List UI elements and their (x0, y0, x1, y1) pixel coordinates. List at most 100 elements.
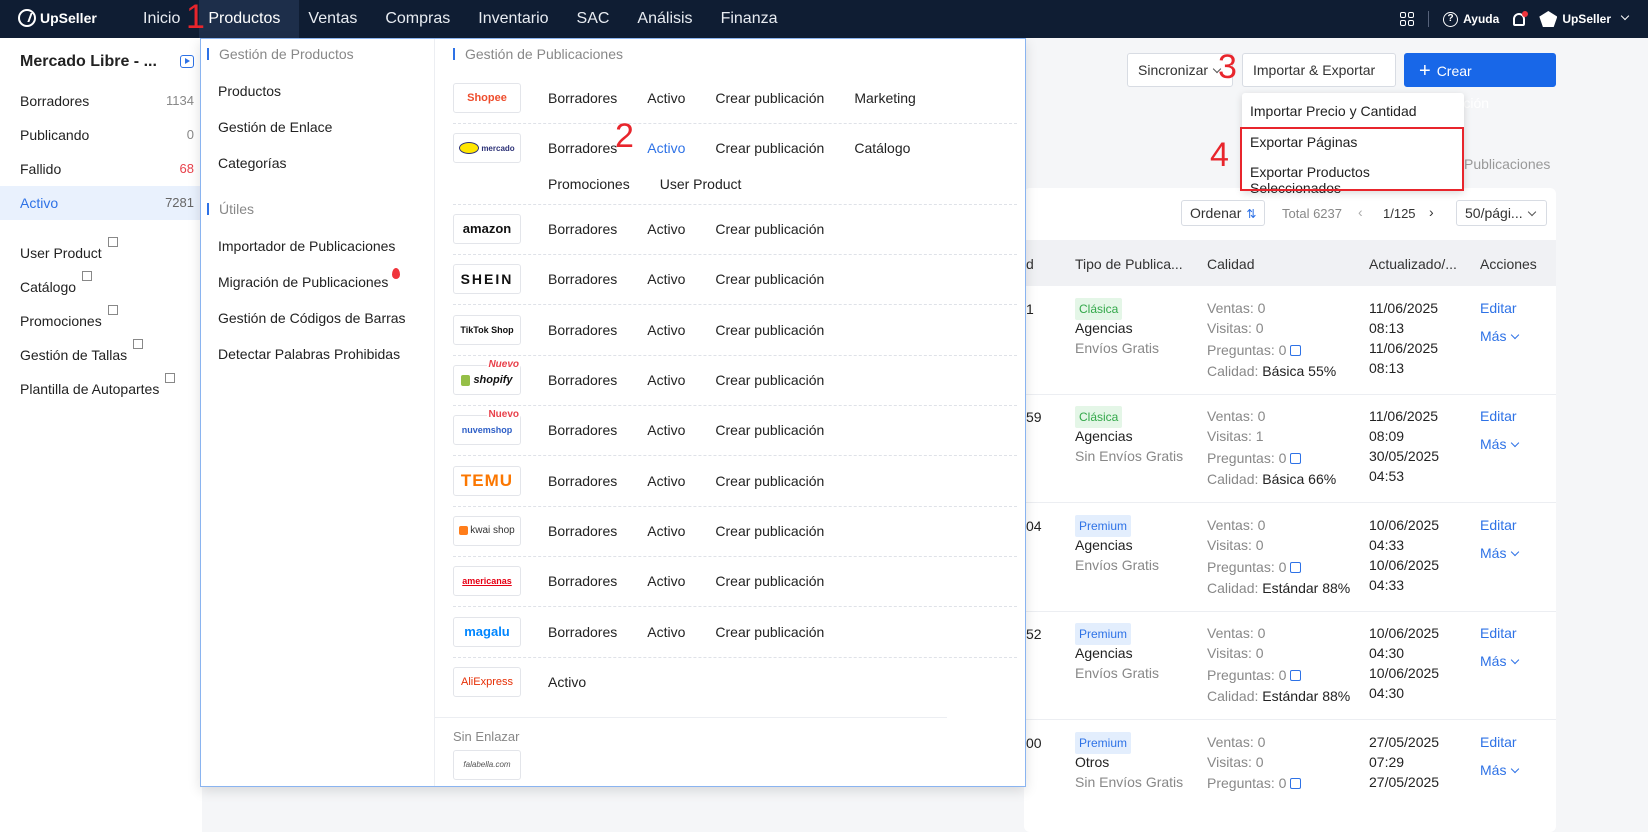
action-borradores[interactable]: Borradores (548, 566, 617, 591)
action-borradores[interactable]: Borradores (548, 365, 617, 390)
action-borradores[interactable]: Borradores (548, 83, 617, 108)
action-activo[interactable]: Activo (647, 415, 685, 440)
upseller-logo[interactable]: UpSeller (18, 9, 97, 27)
more-dropdown[interactable]: Más (1480, 543, 1520, 563)
more-dropdown[interactable]: Más (1480, 760, 1520, 780)
nav-finanza[interactable]: Finanza (712, 0, 797, 38)
sidebar-link-promociones[interactable]: Promociones (0, 304, 202, 338)
action-crear-publicacion[interactable]: Crear publicación (715, 264, 824, 289)
questions-icon[interactable] (1290, 670, 1302, 681)
action-user-product[interactable]: User Product (660, 169, 742, 194)
questions-icon[interactable] (1290, 778, 1302, 789)
preguntas-label: Preguntas: 0 (1207, 559, 1287, 575)
action-borradores[interactable]: Borradores (548, 415, 617, 440)
action-borradores[interactable]: Borradores (548, 133, 617, 158)
shop-switch-icon[interactable] (180, 55, 194, 68)
action-borradores[interactable]: Borradores (548, 617, 617, 642)
edit-link[interactable]: Editar (1480, 298, 1517, 318)
action-borradores[interactable]: Borradores (548, 315, 617, 340)
action-activo[interactable]: Activo (647, 315, 685, 340)
shop-title[interactable]: Mercado Libre - ... (20, 53, 157, 71)
action-borradores[interactable]: Borradores (548, 466, 617, 491)
sidebar-item-activo[interactable]: Activo 7281 (0, 186, 202, 220)
temu-logo: TEMU (453, 466, 521, 496)
nav-sac[interactable]: SAC (568, 0, 629, 38)
menu-link-categorias[interactable]: Categorías (218, 155, 286, 171)
action-activo[interactable]: Activo (548, 667, 586, 692)
action-marketing[interactable]: Marketing (854, 83, 915, 108)
more-dropdown[interactable]: Más (1480, 651, 1520, 671)
action-promociones[interactable]: Promociones (548, 169, 630, 194)
action-activo[interactable]: Activo (647, 214, 685, 239)
sidebar-link-gestion-tallas[interactable]: Gestión de Tallas (0, 338, 202, 372)
action-borradores[interactable]: Borradores (548, 264, 617, 289)
menu-link-label[interactable]: Migración de Publicaciones (218, 274, 388, 290)
action-crear-publicacion[interactable]: Crear publicación (715, 214, 824, 239)
action-activo[interactable]: Activo (647, 516, 685, 541)
action-activo[interactable]: Activo (647, 83, 685, 108)
calidad-value: Básica 66% (1262, 471, 1337, 487)
action-activo[interactable]: Activo (647, 365, 685, 390)
create-listing-button[interactable]: +Crear publicación (1404, 53, 1556, 111)
menu-link-codigos-barras[interactable]: Gestión de Códigos de Barras (218, 310, 406, 326)
ventas: Ventas: 0 (1207, 625, 1266, 641)
edit-link[interactable]: Editar (1480, 732, 1517, 752)
action-crear-publicacion[interactable]: Crear publicación (715, 83, 824, 108)
menu-link-productos[interactable]: Productos (218, 83, 281, 99)
action-crear-publicacion[interactable]: Crear publicación (715, 617, 824, 642)
action-activo[interactable]: Activo (647, 466, 685, 491)
calidad-value: Básica 55% (1262, 363, 1337, 379)
per-page-select[interactable]: 50/pági... (1456, 200, 1547, 226)
action-borradores[interactable]: Borradores (548, 516, 617, 541)
action-activo[interactable]: Activo (647, 617, 685, 642)
edit-link[interactable]: Editar (1480, 406, 1517, 426)
action-crear-publicacion[interactable]: Crear publicación (715, 466, 824, 491)
sidebar-item-fallido[interactable]: Fallido 68 (0, 152, 202, 186)
more-dropdown[interactable]: Más (1480, 434, 1520, 454)
next-page-icon[interactable]: › (1429, 204, 1434, 220)
action-activo[interactable]: Activo (647, 566, 685, 591)
more-dropdown[interactable]: Más (1480, 326, 1520, 346)
sidebar-link-catalogo[interactable]: Catálogo (0, 270, 202, 304)
action-crear-publicacion[interactable]: Crear publicación (715, 566, 824, 591)
edit-link[interactable]: Editar (1480, 515, 1517, 535)
action-catalogo[interactable]: Catálogo (854, 133, 910, 158)
nav-productos[interactable]: Productos (199, 0, 300, 38)
falabella-logo[interactable]: falabella.com (453, 750, 521, 780)
questions-icon[interactable] (1290, 453, 1302, 464)
action-crear-publicacion[interactable]: Crear publicación (715, 415, 824, 440)
prev-page-icon[interactable]: ‹ (1358, 204, 1363, 220)
tab-publicaciones[interactable]: Publicaciones (1464, 156, 1550, 172)
questions-icon[interactable] (1290, 345, 1302, 356)
menu-item-import-price-qty[interactable]: Importar Precio y Cantidad (1250, 103, 1417, 119)
nav-ventas[interactable]: Ventas (299, 0, 376, 38)
sort-button[interactable]: Ordenar ⇅ (1181, 200, 1266, 226)
edit-link[interactable]: Editar (1480, 623, 1517, 643)
action-activo[interactable]: Activo (647, 133, 685, 158)
action-crear-publicacion[interactable]: Crear publicación (715, 516, 824, 541)
sidebar-item-borradores[interactable]: Borradores 1134 (0, 84, 202, 118)
notification-bell-icon[interactable] (1513, 10, 1529, 26)
action-crear-publicacion[interactable]: Crear publicación (715, 133, 824, 158)
nav-analisis[interactable]: Análisis (628, 0, 711, 38)
nav-compras[interactable]: Compras (376, 0, 469, 38)
sidebar-item-publicando[interactable]: Publicando 0 (0, 118, 202, 152)
shipping-value: Sin Envíos Gratis (1075, 448, 1184, 464)
menu-link-palabras-prohibidas[interactable]: Detectar Palabras Prohibidas (218, 346, 400, 362)
user-menu[interactable]: UpSeller (1539, 11, 1630, 27)
action-activo[interactable]: Activo (647, 264, 685, 289)
sidebar-link-user-product[interactable]: User Product (0, 236, 202, 270)
apps-grid-icon[interactable] (1400, 12, 1415, 26)
menu-link-gestion-enlace[interactable]: Gestión de Enlace (218, 119, 332, 135)
nav-inventario[interactable]: Inventario (469, 0, 567, 38)
action-borradores[interactable]: Borradores (548, 214, 617, 239)
sidebar-item-label: Publicando (20, 127, 90, 143)
action-crear-publicacion[interactable]: Crear publicación (715, 315, 824, 340)
menu-link-importador[interactable]: Importador de Publicaciones (218, 238, 395, 254)
sidebar-link-plantilla-autopartes[interactable]: Plantilla de Autopartes (0, 372, 202, 406)
import-export-button[interactable]: Importar & Exportar (1242, 53, 1396, 106)
action-crear-publicacion[interactable]: Crear publicación (715, 365, 824, 390)
help-button[interactable]: ? Ayuda (1443, 11, 1499, 27)
questions-icon[interactable] (1290, 562, 1302, 573)
divider (453, 254, 1017, 255)
